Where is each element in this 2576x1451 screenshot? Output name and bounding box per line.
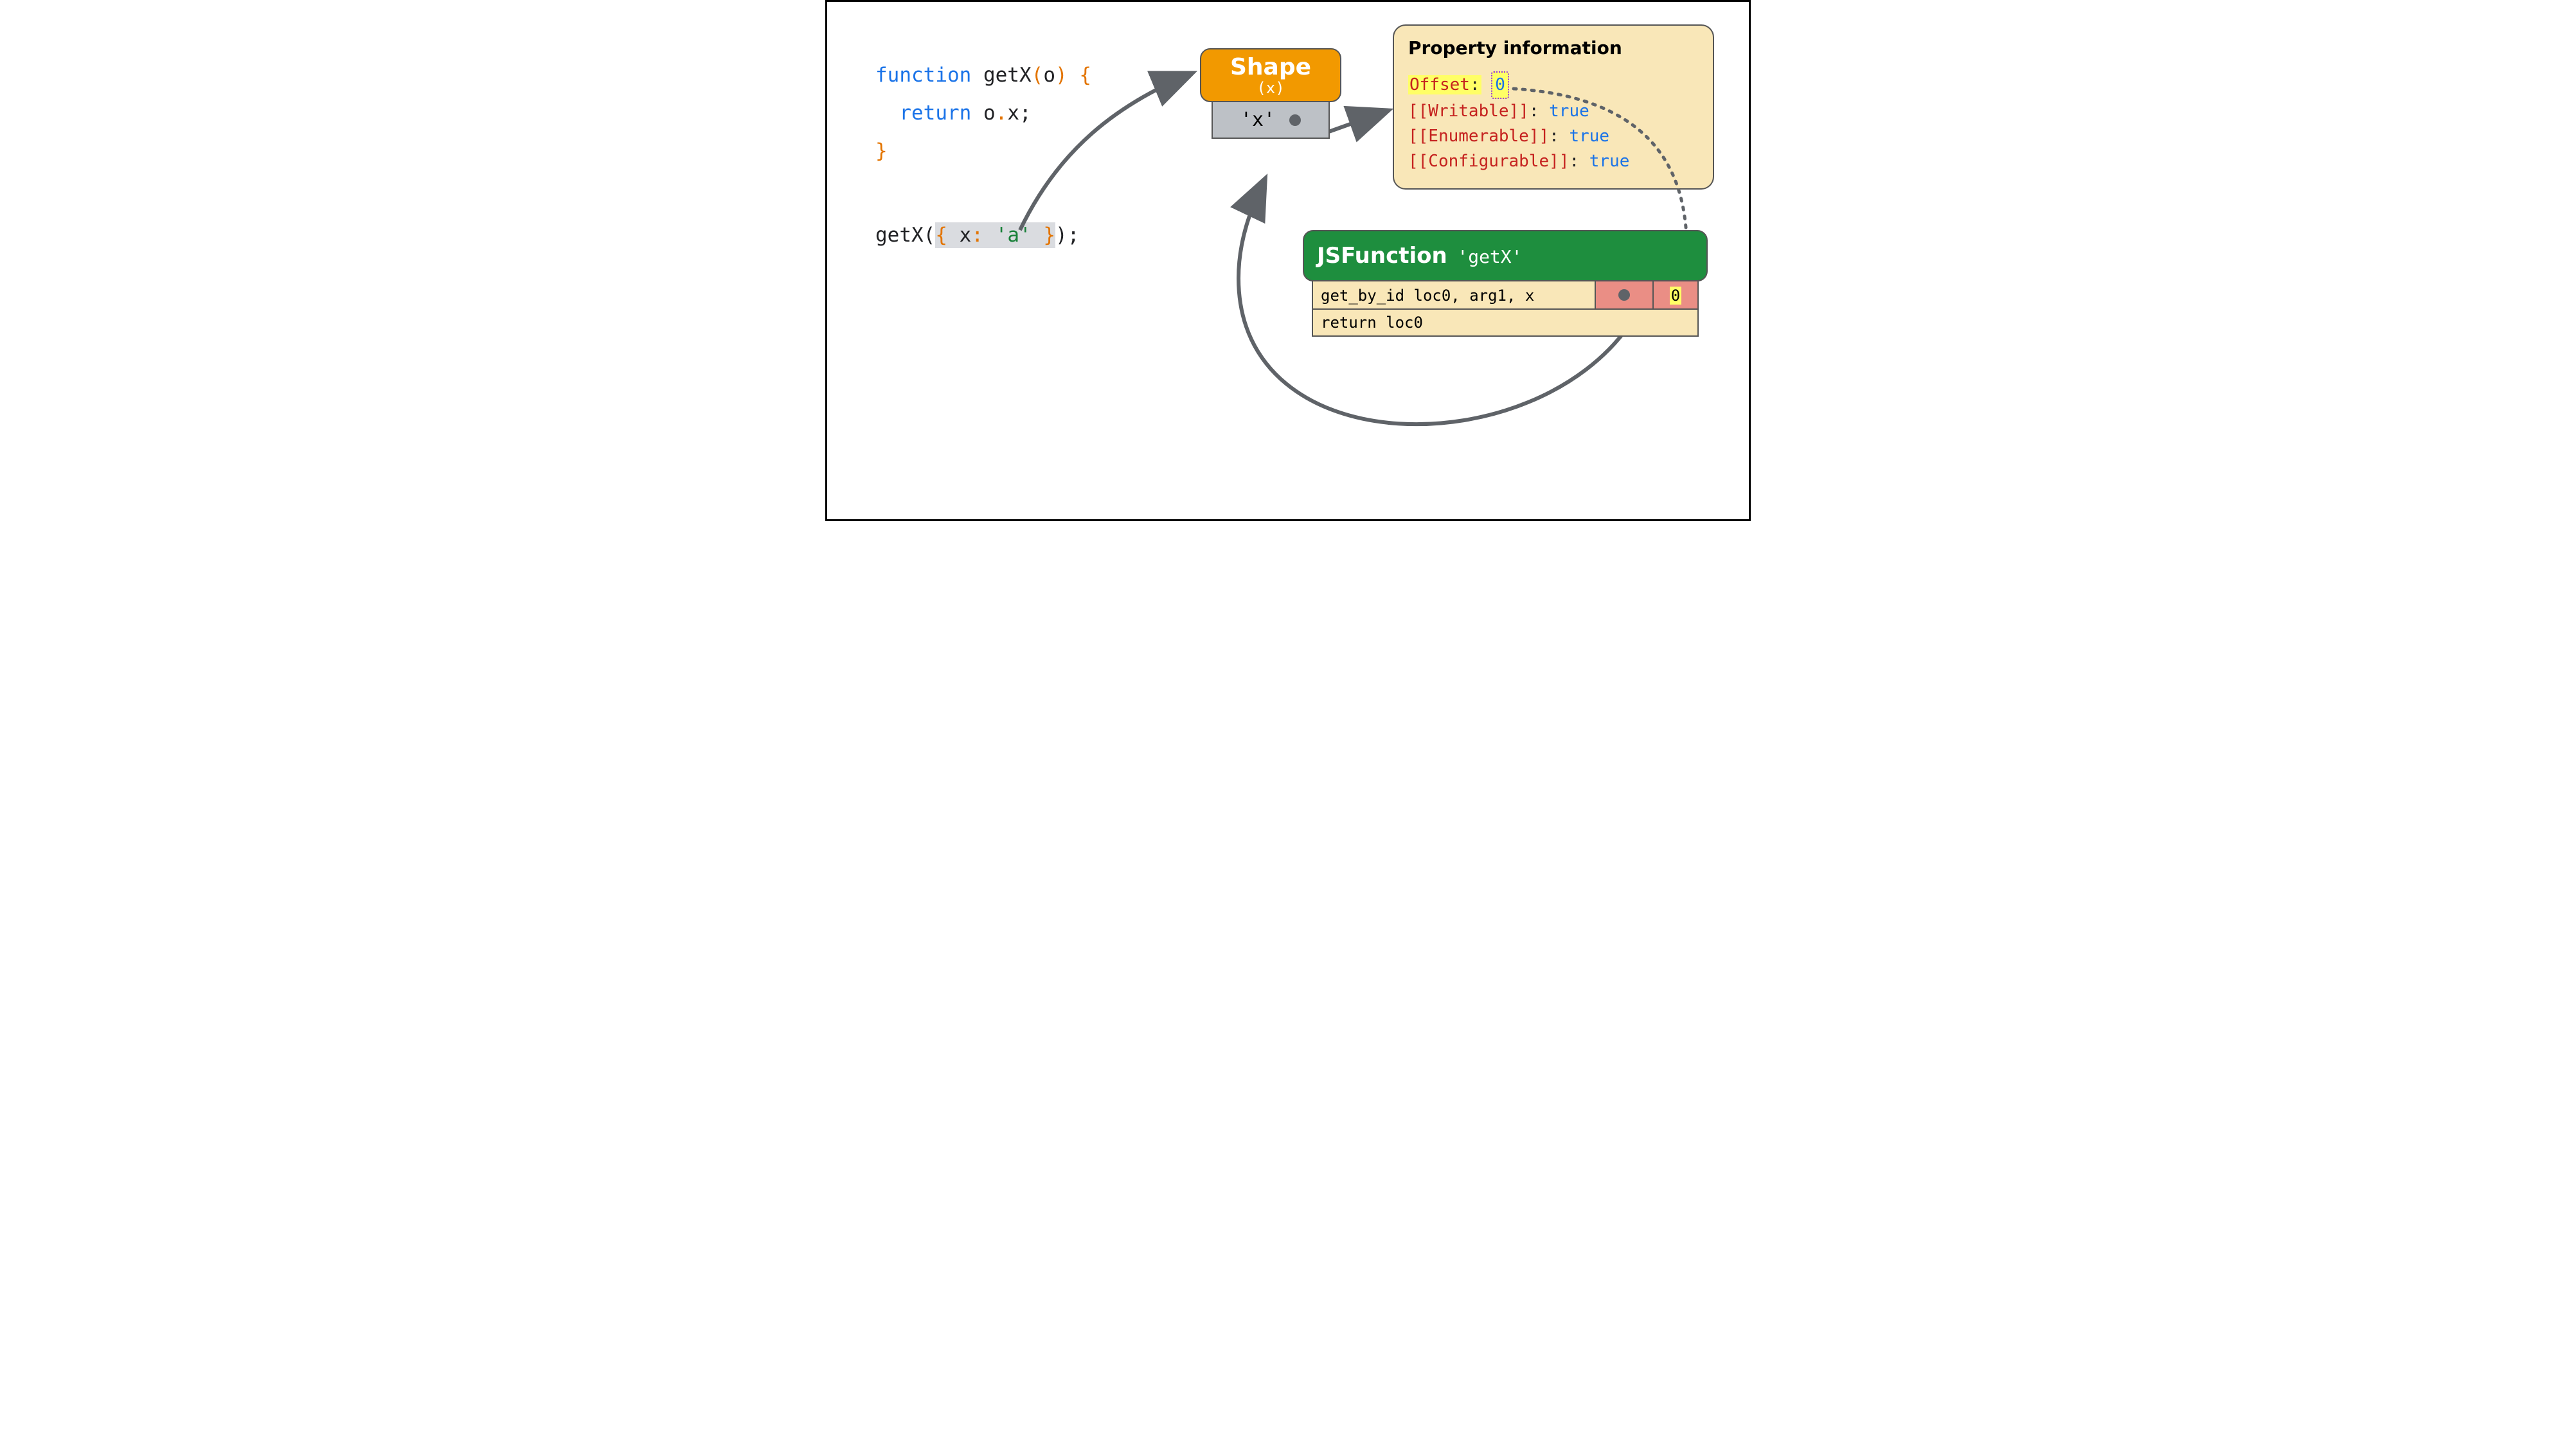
- code-line-call: getX({ x: 'a' });: [875, 217, 1091, 254]
- offset-row: Offset: 0: [1408, 71, 1699, 99]
- brace-close: }: [875, 139, 888, 163]
- obj-key: x: [960, 224, 972, 247]
- bytecode-row-2: return loc0: [1312, 310, 1699, 337]
- call-paren-open: (: [924, 224, 936, 247]
- property-info-box: Property information Offset: 0 [[Writabl…: [1393, 24, 1714, 190]
- shape-box: Shape (x) 'x': [1200, 48, 1341, 139]
- dot-accessor: .: [996, 102, 1008, 125]
- obj-colon: :: [971, 224, 983, 247]
- configurable-row: [[Configurable]]: true: [1408, 149, 1699, 174]
- offset-label: Offset: [1409, 75, 1470, 94]
- paren-close: ): [1055, 64, 1068, 87]
- shape-pointer-dot: [1618, 289, 1630, 301]
- writable-label: [[Writable]]: [1408, 102, 1529, 121]
- bytecode-offset: 0: [1670, 287, 1681, 305]
- diagram-canvas: function getX(o) { return o.x; } getX({ …: [825, 0, 1751, 521]
- enumerable-row: [[Enumerable]]: true: [1408, 124, 1699, 149]
- shape-title: Shape: [1201, 55, 1340, 80]
- code-spacer: [875, 170, 1091, 217]
- function-name: getX: [983, 64, 1032, 87]
- brace-open: {: [1079, 64, 1091, 87]
- jsfunction-title: JSFunction: [1317, 243, 1447, 269]
- obj-brace-open: {: [935, 224, 947, 247]
- jsfunction-box: JSFunction 'getX' get_by_id loc0, arg1, …: [1303, 230, 1708, 337]
- semicolon: ;: [1019, 102, 1032, 125]
- offset-value: 0: [1491, 71, 1509, 99]
- call-name: getX: [875, 224, 924, 247]
- return-obj: o: [983, 102, 996, 125]
- jsfunction-header: JSFunction 'getX': [1303, 230, 1708, 281]
- param-o: o: [1043, 64, 1055, 87]
- writable-value: true: [1549, 102, 1589, 121]
- keyword-function: function: [875, 64, 971, 87]
- paren-open: (: [1032, 64, 1044, 87]
- configurable-label: [[Configurable]]: [1408, 152, 1569, 171]
- call-paren-close: );: [1055, 224, 1079, 247]
- return-prop: x: [1007, 102, 1019, 125]
- shape-sub: (x): [1201, 79, 1340, 97]
- object-literal-highlight: { x: 'a' }: [935, 222, 1055, 248]
- keyword-return: return: [899, 102, 971, 125]
- configurable-value: true: [1589, 152, 1630, 171]
- code-line-3: }: [875, 132, 1091, 170]
- obj-brace-close: }: [1043, 224, 1055, 247]
- shape-header: Shape (x): [1200, 48, 1341, 102]
- shape-pointer-dot: [1289, 114, 1301, 126]
- jsfunction-name: 'getX': [1457, 246, 1522, 267]
- enumerable-label: [[Enumerable]]: [1408, 127, 1549, 146]
- bytecode-cell-return: return loc0: [1312, 310, 1699, 337]
- code-block: function getX(o) { return o.x; } getX({ …: [875, 57, 1091, 254]
- property-info-title: Property information: [1408, 37, 1699, 58]
- writable-row: [[Writable]]: true: [1408, 99, 1699, 124]
- code-line-2: return o.x;: [875, 94, 1091, 132]
- shape-entry: 'x': [1240, 109, 1275, 131]
- jsfunction-body: get_by_id loc0, arg1, x 0 return loc0: [1312, 274, 1699, 337]
- enumerable-value: true: [1569, 127, 1609, 146]
- code-line-1: function getX(o) {: [875, 57, 1091, 94]
- obj-val: 'a': [996, 224, 1032, 247]
